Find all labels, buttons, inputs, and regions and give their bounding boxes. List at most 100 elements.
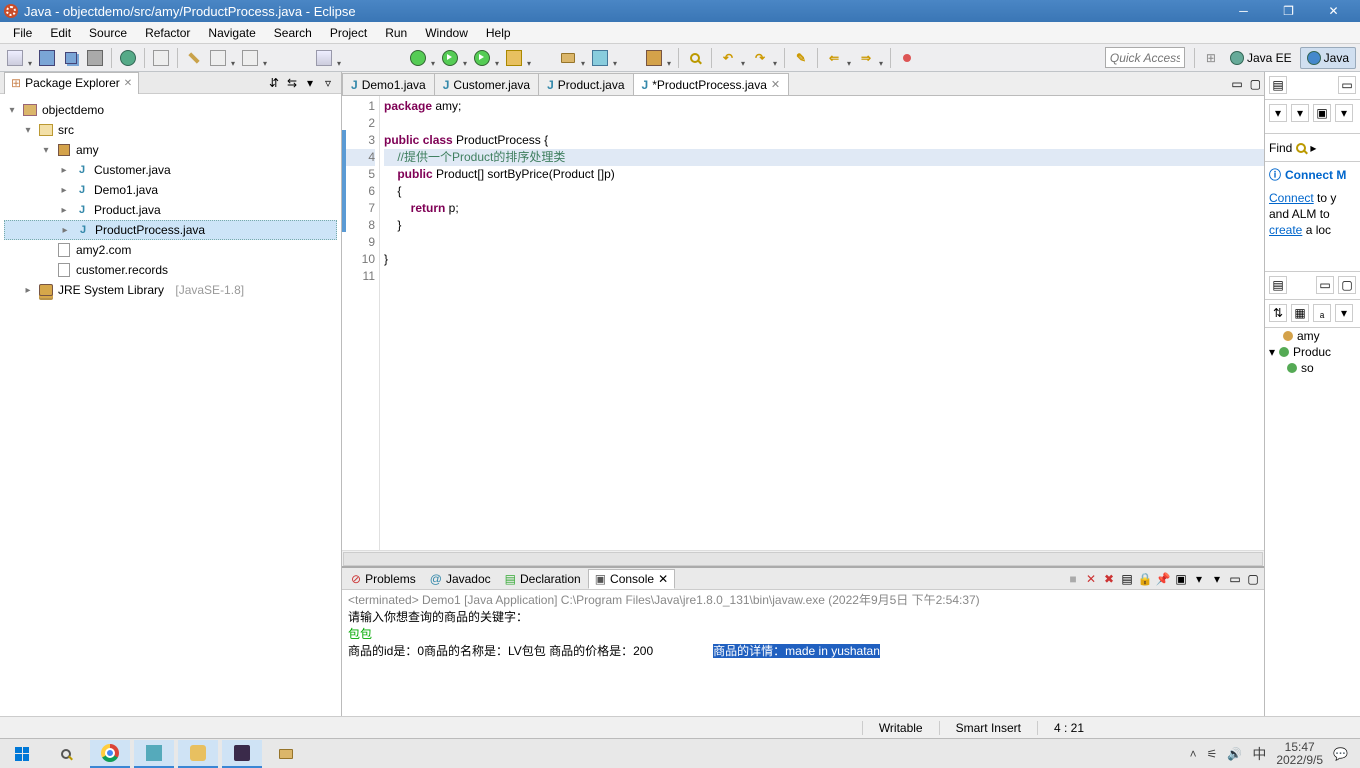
annotation-next[interactable]: ↷ [749, 47, 771, 69]
search-icon[interactable] [1296, 143, 1306, 153]
console-pin-button[interactable]: 📌 [1154, 570, 1172, 588]
tab-console[interactable]: ▣Console✕ [588, 569, 675, 589]
open-type-button[interactable] [643, 47, 665, 69]
code-content[interactable]: package amy; public class ProductProcess… [380, 96, 1264, 550]
menu-edit[interactable]: Edit [41, 24, 80, 42]
hide-fields-button[interactable]: ▦ [1291, 304, 1309, 322]
focus-task-button[interactable]: ▣ [1313, 104, 1331, 122]
wifi-icon[interactable]: ⚟ [1207, 747, 1218, 761]
outline-package[interactable]: amy [1265, 328, 1360, 344]
close-icon[interactable]: ✕ [124, 78, 132, 89]
taskbar-explorer[interactable] [266, 740, 306, 768]
quick-access-input[interactable] [1105, 47, 1185, 68]
tree-package-amy[interactable]: ▾amy [4, 140, 337, 160]
tree-file-product[interactable]: ▸Product.java [4, 200, 337, 220]
perspective-switch[interactable] [207, 47, 229, 69]
categorize-button[interactable]: ▾ [1291, 104, 1309, 122]
editor-scrollbar[interactable] [342, 550, 1264, 566]
console-clear-button[interactable]: ▤ [1118, 570, 1136, 588]
hide-static-button[interactable]: ₐ [1313, 304, 1331, 322]
menu-window[interactable]: Window [416, 24, 477, 42]
activate-button[interactable]: ▸ [1310, 141, 1316, 155]
run-last-button[interactable] [471, 47, 493, 69]
outline-class[interactable]: ▾Produc [1265, 344, 1360, 360]
editor-maximize-button[interactable]: ▢ [1246, 73, 1265, 95]
new-package-button[interactable] [557, 47, 579, 69]
tab-javadoc[interactable]: @Javadoc [423, 569, 498, 589]
taskbar-eclipse[interactable] [222, 740, 262, 768]
console-max-button[interactable]: ▢ [1244, 570, 1262, 588]
taskbar-app2[interactable] [178, 740, 218, 768]
console-open-button[interactable]: ▾ [1190, 570, 1208, 588]
perspective-javaee[interactable]: Java EE [1224, 47, 1298, 69]
tree-project[interactable]: ▾objectdemo [4, 100, 337, 120]
build-button[interactable] [117, 47, 139, 69]
hide-nonpublic-button[interactable]: ▾ [1335, 304, 1353, 322]
menu-file[interactable]: File [4, 24, 41, 42]
menu-run[interactable]: Run [376, 24, 416, 42]
task-list-button[interactable]: ▤ [1269, 76, 1287, 94]
tab-declaration[interactable]: ▤Declaration [498, 569, 588, 589]
menu-search[interactable]: Search [265, 24, 321, 42]
new-type-button[interactable] [589, 47, 611, 69]
ext-tools-button[interactable] [503, 47, 525, 69]
tray-up-icon[interactable]: ˄ [1190, 747, 1197, 761]
forward-button[interactable]: ⇒ [855, 47, 877, 69]
outline-min-button[interactable]: ▭ [1316, 276, 1334, 294]
create-link[interactable]: create [1269, 223, 1302, 237]
back-button[interactable]: ⇐ [823, 47, 845, 69]
last-edit-button[interactable]: ✎ [790, 47, 812, 69]
search-button[interactable] [46, 740, 86, 768]
close-icon[interactable]: ✕ [658, 572, 668, 586]
ime-indicator[interactable]: 中 [1252, 744, 1266, 764]
tree-file-amy2[interactable]: amy2.com [4, 240, 337, 260]
start-button[interactable] [2, 740, 42, 768]
minimize-button[interactable]: ─ [1221, 0, 1266, 22]
restore-button[interactable]: ▭ [1338, 76, 1356, 94]
editor-tab-productprocess[interactable]: *ProductProcess.java✕ [633, 73, 790, 95]
editor-minimize-button[interactable]: ▭ [1227, 73, 1246, 95]
tree-file-demo1[interactable]: ▸Demo1.java [4, 180, 337, 200]
console-removeall-button[interactable]: ✖ [1100, 570, 1118, 588]
perspective-java[interactable]: Java [1300, 47, 1356, 69]
link-button[interactable] [150, 47, 172, 69]
console-display-button[interactable]: ▣ [1172, 570, 1190, 588]
tree-file-customer[interactable]: ▸Customer.java [4, 160, 337, 180]
editor-tab-product[interactable]: Product.java [538, 73, 633, 95]
console-new-button[interactable]: ▾ [1208, 570, 1226, 588]
menu-source[interactable]: Source [80, 24, 136, 42]
console-remove-button[interactable]: ✕ [1082, 570, 1100, 588]
tree-file-records[interactable]: customer.records [4, 260, 337, 280]
notifications-icon[interactable]: 💬 [1333, 747, 1348, 761]
outline-method[interactable]: so [1265, 360, 1360, 376]
close-tab-icon[interactable]: ✕ [771, 78, 780, 91]
console-scroll-lock-button[interactable]: 🔒 [1136, 570, 1154, 588]
collapse-all-button[interactable]: ⇵ [265, 74, 283, 92]
volume-icon[interactable]: 🔊 [1227, 747, 1242, 761]
tree-src[interactable]: ▾src [4, 120, 337, 140]
outline-view-button[interactable]: ▤ [1269, 276, 1287, 294]
save-all-button[interactable] [60, 47, 82, 69]
clock[interactable]: 15:47 2022/9/5 [1276, 741, 1323, 767]
outline-max-button[interactable]: ▢ [1338, 276, 1356, 294]
search-button[interactable] [684, 47, 706, 69]
view-menu-button[interactable]: ▿ [319, 74, 337, 92]
console-terminate-button[interactable]: ■ [1064, 570, 1082, 588]
console-min-button[interactable]: ▭ [1226, 570, 1244, 588]
tree-file-productprocess[interactable]: ▸ProductProcess.java [4, 220, 337, 240]
debug-button[interactable] [407, 47, 429, 69]
new-server-button[interactable] [313, 47, 335, 69]
brush-button[interactable] [183, 47, 205, 69]
open-perspective-button[interactable]: ⊞ [1200, 47, 1222, 69]
tab-problems[interactable]: ⊘Problems [344, 569, 423, 589]
maximize-button[interactable]: ❐ [1266, 0, 1311, 22]
package-explorer-tab[interactable]: ⊞ Package Explorer ✕ [4, 72, 139, 94]
focus-button[interactable]: ▾ [301, 74, 319, 92]
annotation-prev[interactable]: ↶ [717, 47, 739, 69]
new-task-button[interactable]: ▾ [1269, 104, 1287, 122]
code-editor[interactable]: 1234567891011 package amy; public class … [342, 96, 1264, 550]
editor-tab-demo1[interactable]: Demo1.java [342, 73, 435, 95]
tree-jre[interactable]: ▸JRE System Library [JavaSE-1.8] [4, 280, 337, 300]
system-tray[interactable]: ˄ ⚟ 🔊 中 15:47 2022/9/5 💬 [1180, 741, 1358, 767]
menu-refactor[interactable]: Refactor [136, 24, 199, 42]
